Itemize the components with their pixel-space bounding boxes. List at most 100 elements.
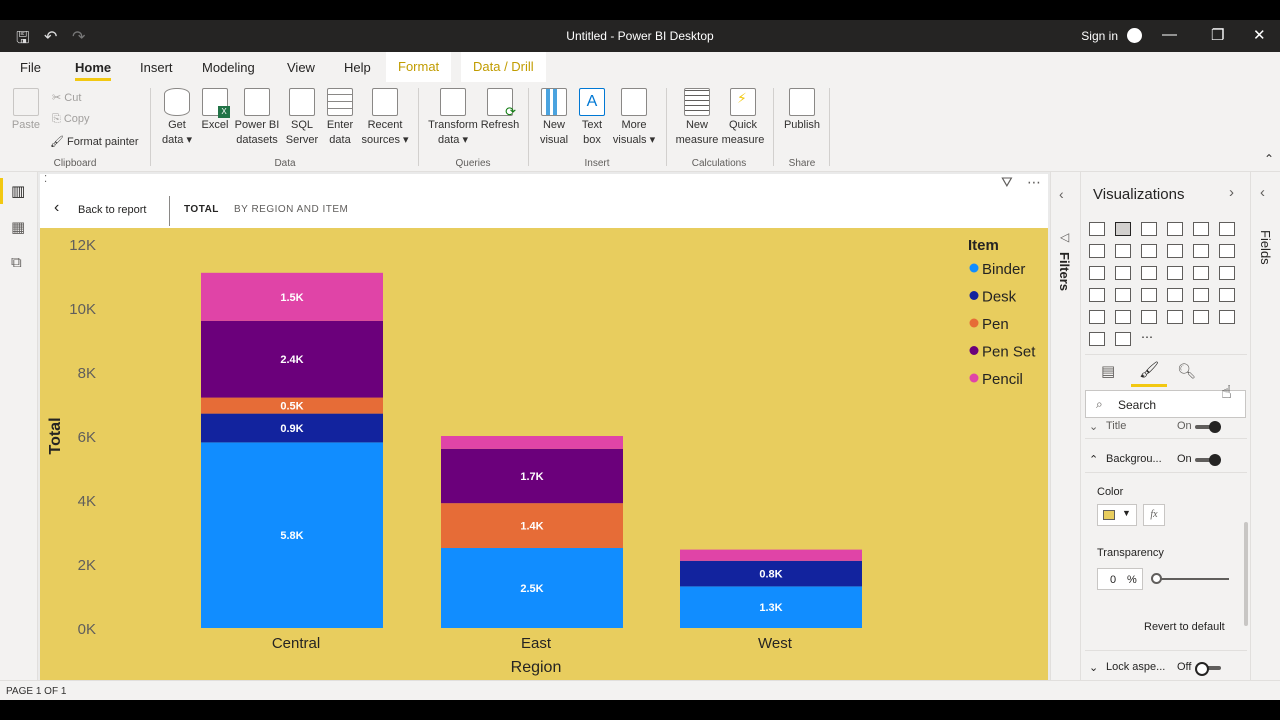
new-measure-button[interactable]: New measure <box>674 88 720 148</box>
new-visual-button[interactable]: New visual <box>536 88 572 148</box>
refresh-button[interactable]: ⟳ Refresh <box>480 88 520 133</box>
format-painter-button[interactable]: 🖌 Format painter <box>50 135 139 148</box>
more-visuals-icon[interactable]: ⋯ <box>1141 331 1157 346</box>
menu-modeling[interactable]: Modeling <box>202 60 255 75</box>
bar-segment[interactable] <box>680 549 862 561</box>
title-card-chevron-icon[interactable]: ⌄ <box>1089 420 1098 433</box>
format-scrollbar[interactable] <box>1244 522 1248 626</box>
chart-visual[interactable]: Total Region Item 0K 2K 4K 6K 8K 10K 12K 5.8K 0… <box>40 228 1048 680</box>
visual-type-icon[interactable] <box>1115 288 1131 302</box>
visual-type-icon[interactable] <box>1167 266 1183 280</box>
restore-icon[interactable]: ❐ <box>1211 26 1224 44</box>
visual-type-icon[interactable] <box>1089 266 1105 280</box>
menu-format[interactable]: Format <box>386 52 452 82</box>
back-chevron-icon[interactable]: ‹ <box>54 199 59 217</box>
background-toggle[interactable] <box>1195 454 1221 466</box>
filters-pane[interactable]: ‹ ◁ Filters <box>1050 172 1080 680</box>
text-box-button[interactable]: A Text box <box>575 88 609 148</box>
paste-button[interactable]: Paste <box>10 88 42 133</box>
visual-type-icon[interactable] <box>1089 222 1105 236</box>
title-toggle[interactable] <box>1195 421 1221 433</box>
analytics-tab-icon[interactable]: 🔍︎ <box>1177 362 1196 380</box>
legend-entry[interactable]: Pencil <box>982 371 1023 388</box>
visual-type-icon[interactable] <box>1219 244 1235 258</box>
close-icon[interactable]: ✕ <box>1253 26 1266 44</box>
filter-icon[interactable]: ⛛ <box>1001 174 1013 191</box>
recent-sources-button[interactable]: Recent sources ▾ <box>360 88 410 148</box>
more-visuals-button[interactable]: More visuals ▾ <box>610 88 658 148</box>
transparency-slider-thumb[interactable] <box>1151 573 1162 584</box>
format-tab-icon[interactable]: 🖌 <box>1139 360 1159 380</box>
transform-data-button[interactable]: Transform data ▾ <box>426 88 480 148</box>
visual-type-icon[interactable] <box>1167 244 1183 258</box>
expand-filters-icon[interactable]: ‹ <box>1059 186 1064 202</box>
bar-segment[interactable] <box>441 436 623 449</box>
lock-aspect-toggle[interactable] <box>1195 662 1221 676</box>
menu-help[interactable]: Help <box>344 60 371 75</box>
cut-button[interactable]: ✂ Cut <box>52 91 81 104</box>
transparency-input[interactable]: 0 % <box>1097 568 1143 590</box>
legend-entry[interactable]: Pen <box>982 316 1009 333</box>
visual-type-icon[interactable] <box>1089 310 1105 324</box>
visual-type-icon[interactable] <box>1089 288 1105 302</box>
visual-type-icon[interactable] <box>1089 332 1105 346</box>
fields-label[interactable]: Fields <box>1258 230 1273 265</box>
background-card-label[interactable]: Backgrou... <box>1106 453 1162 465</box>
model-view-icon[interactable]: ⧉ <box>11 254 22 271</box>
legend-entry[interactable]: Binder <box>982 261 1025 278</box>
visual-type-icon[interactable] <box>1141 310 1157 324</box>
report-view-icon[interactable]: ▥ <box>11 182 25 200</box>
transparency-slider[interactable] <box>1155 578 1229 580</box>
lock-aspect-label[interactable]: Lock aspe... <box>1106 661 1165 673</box>
fields-pane[interactable]: ‹ Fields <box>1250 172 1280 680</box>
visual-type-icon[interactable] <box>1115 332 1131 346</box>
copy-button[interactable]: ⎘ Copy <box>52 113 90 126</box>
visual-type-icon[interactable] <box>1193 222 1209 236</box>
visual-type-icon[interactable] <box>1115 244 1131 258</box>
avatar[interactable] <box>1127 28 1142 43</box>
more-options-icon[interactable]: ⋯ <box>1027 174 1041 191</box>
visual-type-icon[interactable] <box>1219 222 1235 236</box>
lock-aspect-chevron-icon[interactable]: ⌄ <box>1089 661 1098 674</box>
back-to-report-link[interactable]: Back to report <box>78 204 146 216</box>
excel-button[interactable]: X Excel <box>199 88 231 133</box>
visual-type-icon[interactable] <box>1141 288 1157 302</box>
fields-tab-icon[interactable]: ▤ <box>1101 362 1115 380</box>
legend-entry[interactable]: Pen Set <box>982 344 1036 361</box>
visual-type-icon[interactable] <box>1141 222 1157 236</box>
visual-type-icon[interactable] <box>1141 266 1157 280</box>
drag-handle-icon[interactable]: ⁚ <box>44 174 47 185</box>
visual-type-icon[interactable] <box>1219 310 1235 324</box>
visual-type-icon[interactable] <box>1193 244 1209 258</box>
legend-entry[interactable]: Desk <box>982 289 1017 306</box>
collapse-ribbon-icon[interactable]: ⌃ <box>1264 152 1274 166</box>
expand-fields-icon[interactable]: ‹ <box>1260 184 1265 201</box>
background-card-chevron-icon[interactable]: ⌃ <box>1089 453 1098 466</box>
enter-data-button[interactable]: Enter data <box>322 88 358 148</box>
collapse-visualizations-icon[interactable]: › <box>1229 184 1234 201</box>
menu-insert[interactable]: Insert <box>140 60 173 75</box>
visual-type-icon[interactable] <box>1219 266 1235 280</box>
publish-button[interactable]: Publish <box>780 88 824 133</box>
visual-type-icon[interactable] <box>1115 310 1131 324</box>
tab-by-region-and-item[interactable]: BY REGION AND ITEM <box>234 204 348 215</box>
title-card-label[interactable]: Title <box>1106 420 1126 432</box>
tab-total[interactable]: TOTAL <box>184 204 219 215</box>
visual-type-icon[interactable] <box>1167 288 1183 302</box>
visual-type-icon[interactable] <box>1089 244 1105 258</box>
visual-type-icon[interactable] <box>1193 266 1209 280</box>
visual-type-icon[interactable] <box>1193 288 1209 302</box>
minimize-icon[interactable]: — <box>1162 26 1177 43</box>
filters-label[interactable]: Filters <box>1057 252 1072 291</box>
visual-type-icon[interactable] <box>1115 222 1131 236</box>
visual-type-icon[interactable] <box>1141 244 1157 258</box>
sign-in-link[interactable]: Sign in <box>1081 29 1118 43</box>
search-input[interactable]: Search <box>1118 398 1156 412</box>
sql-server-button[interactable]: SQL Server <box>284 88 320 148</box>
data-view-icon[interactable]: ▦ <box>11 218 25 236</box>
revert-to-default-link[interactable]: Revert to default <box>1144 621 1225 633</box>
menu-view[interactable]: View <box>287 60 315 75</box>
visual-type-icon[interactable] <box>1193 310 1209 324</box>
powerbi-datasets-button[interactable]: Power BI datasets <box>233 88 281 148</box>
visual-type-icon[interactable] <box>1167 310 1183 324</box>
